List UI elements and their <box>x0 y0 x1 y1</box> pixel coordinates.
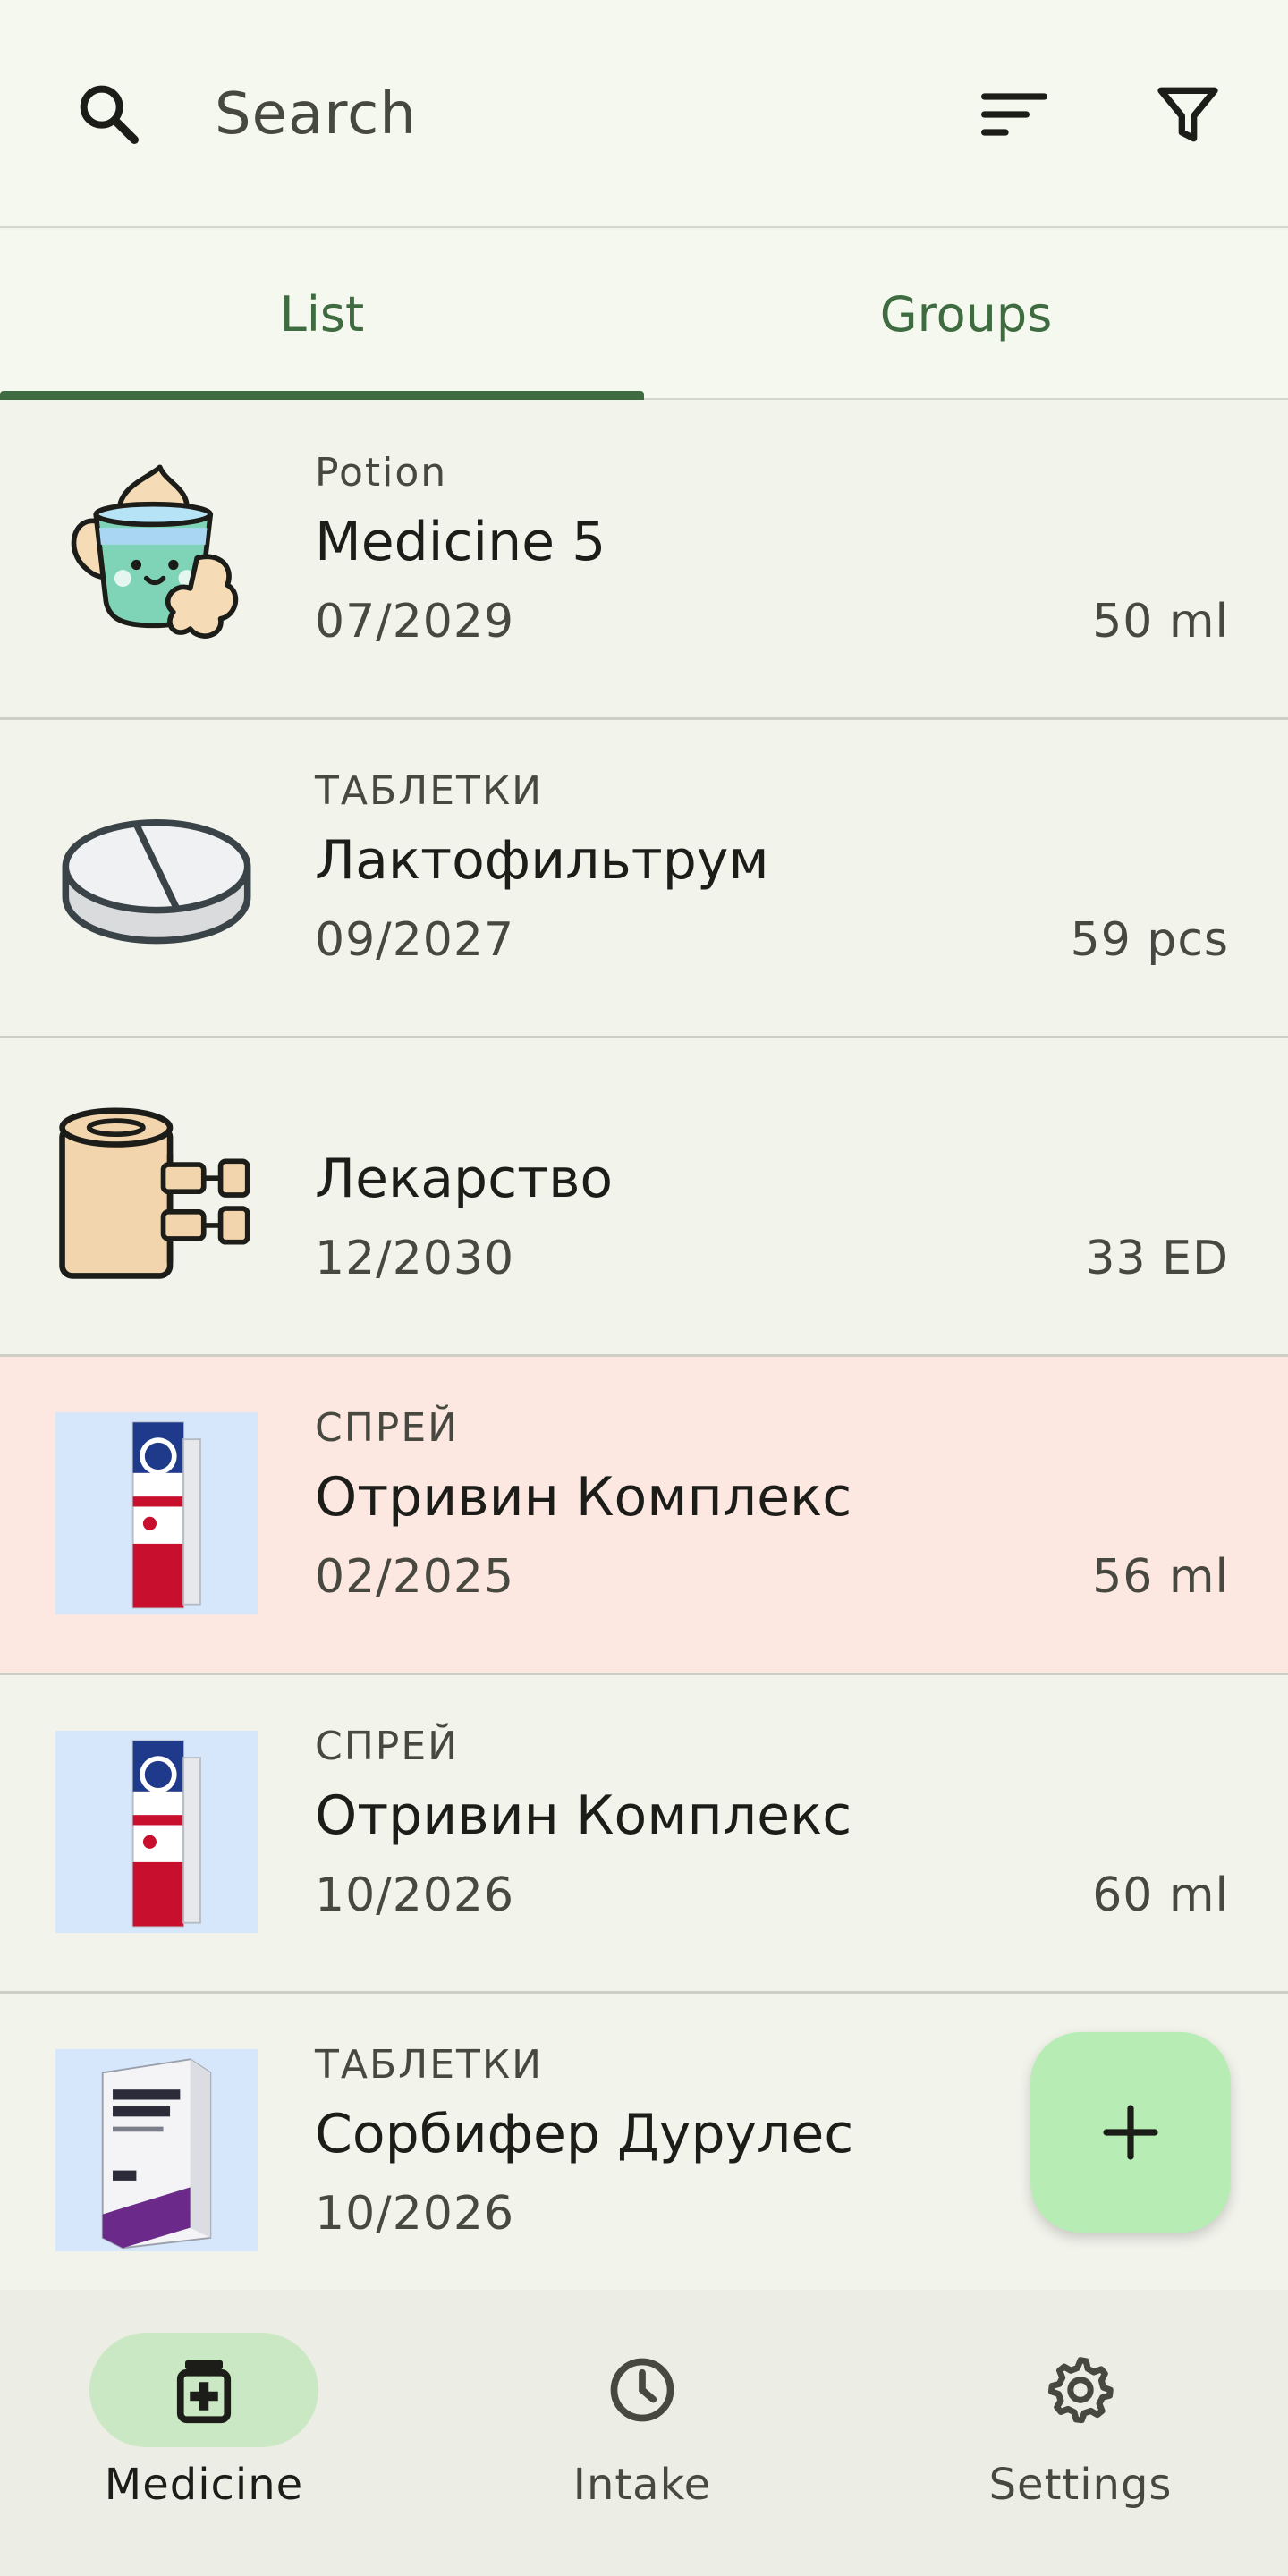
tab-bar: List Groups <box>0 230 1288 400</box>
medicine-name: Medicine 5 <box>315 511 606 573</box>
gear-icon <box>1047 2357 1114 2424</box>
medicine-name: Отривин Комплекс <box>315 1466 852 1529</box>
nav-icon-container <box>528 2333 757 2447</box>
tablet-icon <box>55 775 258 978</box>
tab-list[interactable]: List <box>0 230 644 398</box>
expiry-date: 02/2025 <box>315 1550 515 1604</box>
remaining-amount: 50 ml <box>1092 595 1229 648</box>
nav-item-settings[interactable]: Settings <box>946 2333 1215 2547</box>
medicine-form: Potion <box>315 450 448 496</box>
remaining-amount: 56 ml <box>1092 1550 1229 1604</box>
filter-icon[interactable] <box>1152 79 1224 150</box>
medicine-name: Отривин Комплекс <box>315 1784 852 1847</box>
medicine-form: СПРЕЙ <box>315 1724 460 1769</box>
expiry-date: 07/2029 <box>315 595 515 648</box>
remaining-amount: 33 ED <box>1085 1232 1229 1285</box>
remaining-amount: 60 ml <box>1092 1868 1229 1922</box>
nasal-spray-photo <box>55 1412 258 1614</box>
nav-item-medicine[interactable]: Medicine <box>70 2333 338 2547</box>
bottom-navigation: Medicine Intake Settings <box>0 2290 1288 2576</box>
medicine-name: Лактофильтрум <box>315 829 769 892</box>
plus-icon <box>1103 2105 1158 2160</box>
sort-icon[interactable] <box>977 79 1052 150</box>
medicine-row[interactable]: ТАБЛЕТКИ Лактофильтрум 09/2027 59 pcs <box>0 720 1288 1038</box>
nav-item-intake[interactable]: Intake <box>508 2333 776 2547</box>
potion-cup-icon <box>55 457 258 659</box>
nav-active-indicator <box>89 2333 318 2447</box>
expiry-date: 10/2026 <box>315 1868 515 1922</box>
medicine-form: СПРЕЙ <box>315 1405 460 1451</box>
search-input[interactable]: Search <box>215 79 417 150</box>
expiry-date: 10/2026 <box>315 2187 515 2241</box>
medicine-row[interactable]: Potion Medicine 5 07/2029 50 ml <box>0 402 1288 720</box>
medicine-row[interactable]: СПРЕЙ Отривин Комплекс 10/2026 60 ml <box>0 1675 1288 1994</box>
expiry-date: 12/2030 <box>315 1232 515 1285</box>
medicine-name: Сорбифер Дурулес <box>315 2103 854 2165</box>
nav-label: Settings <box>988 2460 1173 2510</box>
tablet-box-photo <box>55 2049 258 2251</box>
expiry-date: 09/2027 <box>315 913 515 967</box>
add-medicine-button[interactable] <box>1030 2032 1231 2233</box>
medicine-name: Лекарство <box>315 1148 614 1210</box>
bandage-icon <box>55 1094 258 1296</box>
nav-label: Medicine <box>104 2460 304 2510</box>
tab-indicator <box>0 391 644 400</box>
tab-groups[interactable]: Groups <box>644 230 1288 398</box>
medicine-row[interactable]: Лекарство 12/2030 33 ED <box>0 1038 1288 1357</box>
search-bar: Search <box>0 0 1288 228</box>
search-icon[interactable] <box>73 79 145 150</box>
medicine-list: Potion Medicine 5 07/2029 50 ml ТАБЛЕТКИ… <box>0 402 1288 2290</box>
clock-icon <box>610 2358 674 2422</box>
nasal-spray-photo <box>55 1731 258 1933</box>
nav-label: Intake <box>572 2460 712 2510</box>
medicine-bottle-icon <box>176 2360 232 2424</box>
remaining-amount: 59 pcs <box>1070 913 1229 967</box>
medicine-form: ТАБЛЕТКИ <box>315 2042 544 2088</box>
nav-icon-container <box>966 2333 1195 2447</box>
medicine-form: ТАБЛЕТКИ <box>315 768 544 814</box>
medicine-row-expired[interactable]: СПРЕЙ Отривин Комплекс 02/2025 56 ml <box>0 1357 1288 1675</box>
